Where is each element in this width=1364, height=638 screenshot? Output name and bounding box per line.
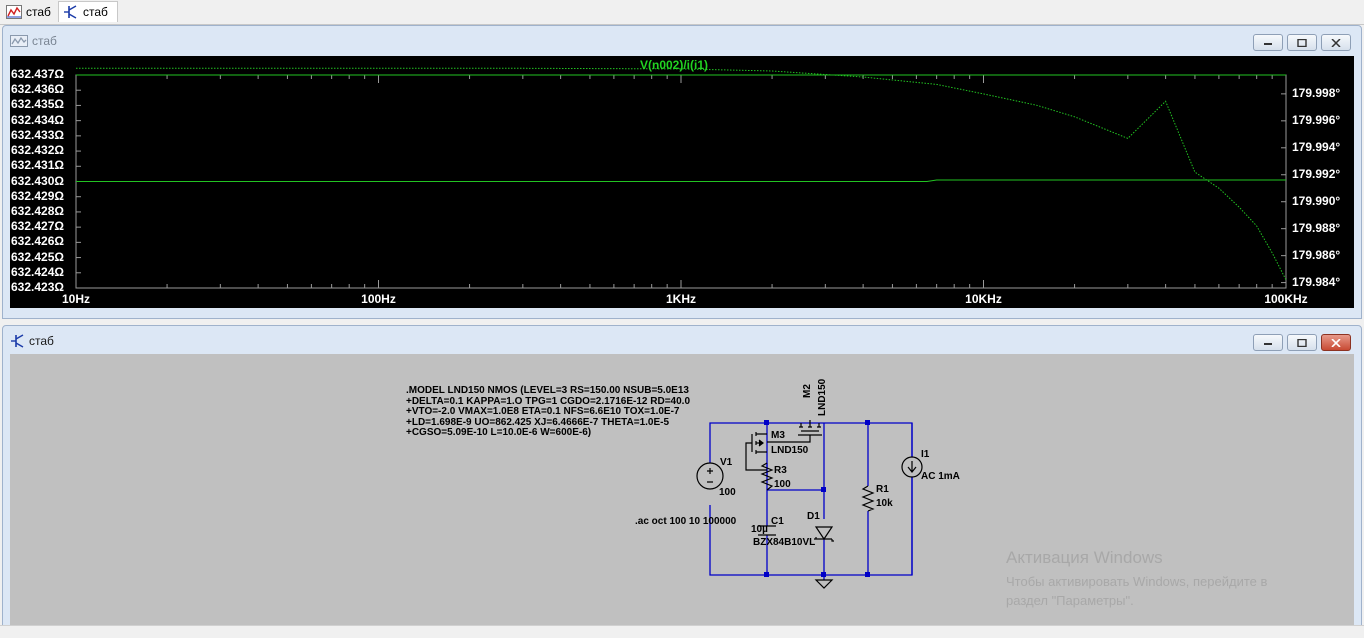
schematic-window: стаб .MODEL LND150 NMOS (LEVEL=3 RS=150.… (2, 325, 1362, 636)
spice-line: .MODEL LND150 NMOS (LEVEL=3 RS=150.00 NS… (406, 385, 689, 396)
activation-watermark-title: Активация Windows (1006, 548, 1163, 567)
y-left-tick-label: 632.432Ω (11, 143, 64, 158)
d1-model: BZX84B10VL (753, 537, 816, 548)
r1-value: 10k (876, 498, 893, 509)
v1-value: 100 (719, 487, 736, 498)
waveform-window-icon (10, 35, 28, 47)
y-left-tick-label: 632.437Ω (11, 67, 64, 81)
resistor-r1 (861, 485, 875, 512)
minimize-icon (1264, 342, 1272, 345)
y-left-tick-label: 632.430Ω (11, 173, 64, 188)
y-right-tick-label: 179.988° (1292, 220, 1341, 235)
tab-waveform[interactable]: стаб (2, 1, 57, 22)
y-left-tick-label: 632.433Ω (11, 127, 64, 142)
minimize-button[interactable] (1253, 34, 1283, 51)
tab-schematic-label: стаб (83, 5, 108, 19)
y-right-tick-label: 179.998° (1292, 85, 1341, 100)
schematic-window-title: стаб (29, 334, 54, 348)
maximize-button[interactable] (1287, 34, 1317, 51)
maximize-icon (1297, 338, 1307, 347)
r3-value: 100 (774, 479, 791, 490)
tab-waveform-label: стаб (26, 4, 51, 19)
y-right-tick-label: 179.996° (1292, 112, 1341, 127)
r3-name: R3 (774, 465, 787, 476)
y-left-tick-label: 632.425Ω (11, 249, 64, 264)
close-icon (1331, 38, 1341, 47)
m2-model: LND150 (817, 378, 828, 416)
waveform-window-titlebar[interactable]: стаб (3, 26, 1361, 56)
x-tick-label: 10Hz (61, 292, 91, 306)
y-left-tick-label: 632.427Ω (11, 219, 64, 234)
junction-dot (865, 420, 870, 425)
y-left-tick-label: 632.424Ω (11, 264, 64, 279)
junction-dot (865, 572, 870, 577)
m3-name: M3 (771, 430, 785, 441)
v1-name: V1 (720, 457, 733, 468)
activation-watermark-text: Чтобы активировать Windows, перейдите в … (1006, 572, 1267, 610)
schematic-canvas[interactable]: .MODEL LND150 NMOS (LEVEL=3 RS=150.00 NS… (10, 354, 1354, 632)
x-tick-label: 100Hz (361, 292, 396, 306)
m2-name: M2 (802, 384, 813, 398)
ground-symbol (814, 579, 834, 589)
y-right-tick-label: 179.992° (1292, 166, 1341, 181)
y-left-tick-label: 632.429Ω (11, 188, 64, 203)
schematic-close-button[interactable] (1321, 334, 1351, 351)
y-left-tick-label: 632.435Ω (11, 97, 64, 112)
schematic-window-icon (11, 334, 24, 348)
document-tab-bar: стаб стаб (0, 0, 1364, 25)
series-line-magnitude-flat (76, 179, 1286, 182)
activation-watermark-line: Чтобы активировать Windows, перейдите в (1006, 574, 1268, 589)
junction-dot (821, 572, 826, 577)
series-line-phase (76, 67, 1287, 281)
y-left-tick-label: 632.434Ω (11, 112, 64, 127)
waveform-plot[interactable]: V(n002)/i(i1) 10Hz 100Hz 1KHz 10KHz 100KHz 63… (10, 56, 1354, 308)
y-left-tick-label: 632.436Ω (11, 82, 64, 97)
c1-name: C1 (771, 516, 784, 527)
waveform-icon (6, 4, 22, 19)
d1-name: D1 (807, 511, 820, 522)
status-bar (0, 625, 1364, 638)
schematic-window-titlebar[interactable]: стаб (3, 326, 1361, 356)
junction-dot (764, 572, 769, 577)
x-tick-label: 1KHz (665, 292, 697, 306)
y-left-tick-label: 632.423Ω (11, 280, 64, 294)
close-button[interactable] (1321, 34, 1351, 51)
spice-model-text[interactable]: .MODEL LND150 NMOS (LEVEL=3 RS=150.00 NS… (406, 385, 690, 439)
i1-value: AC 1mA (921, 471, 960, 482)
y-right-tick-label: 179.990° (1292, 193, 1341, 208)
tab-schematic[interactable]: стаб (58, 1, 118, 22)
x-tick-label: 100KHz (1264, 292, 1308, 306)
y-left-tick-label: 632.428Ω (11, 203, 64, 218)
chart-title[interactable]: V(n002)/i(i1) (640, 58, 708, 72)
spice-line: +CGSO=5.09E-10 L=10.0E-6 W=600E-6) (406, 427, 592, 439)
x-tick-label: 10KHz (965, 292, 1002, 306)
current-source-i1 (901, 456, 923, 478)
junction-dot (821, 487, 826, 492)
schematic-maximize-button[interactable] (1287, 334, 1317, 351)
r1-name: R1 (876, 484, 889, 495)
i1-name: I1 (921, 449, 930, 460)
y-right-tick-label: 179.986° (1292, 247, 1341, 262)
close-icon (1331, 338, 1341, 347)
y-right-tick-label: 179.984° (1292, 274, 1341, 289)
c1-value: 10µ (751, 524, 768, 535)
waveform-window: стаб V(n002)/i(i1) 10Hz 100Hz 1KHz 10KHz 100… (2, 25, 1362, 319)
minimize-icon (1264, 42, 1272, 45)
schematic-icon (64, 5, 77, 19)
waveform-window-title: стаб (32, 34, 57, 48)
y-left-tick-label: 632.431Ω (11, 158, 64, 173)
schematic-minimize-button[interactable] (1253, 334, 1283, 351)
maximize-icon (1297, 38, 1307, 47)
junction-dot (764, 420, 769, 425)
y-left-tick-label: 632.426Ω (11, 234, 64, 249)
zener-diode-d1 (814, 526, 834, 542)
ac-directive[interactable]: .ac oct 100 10 100000 (635, 516, 736, 527)
y-right-tick-label: 179.994° (1292, 139, 1341, 154)
activation-watermark-line: раздел "Параметры". (1006, 593, 1134, 608)
m3-model: LND150 (771, 445, 809, 456)
waveform-chart[interactable] (10, 56, 1354, 308)
